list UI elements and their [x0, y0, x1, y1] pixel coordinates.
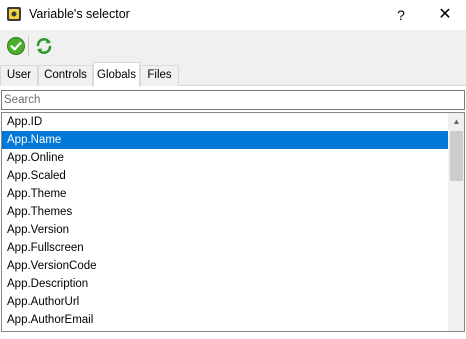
list-item[interactable]: App.Scaled	[2, 167, 448, 185]
refresh-icon[interactable]	[34, 36, 54, 56]
title-bar: Variable's selector ? ✕	[0, 0, 466, 30]
list-item[interactable]: App.Name	[2, 131, 448, 149]
list-item[interactable]: App.Online	[2, 149, 448, 167]
scrollbar[interactable]: ▲	[448, 113, 464, 331]
tab-controls[interactable]: Controls	[38, 65, 93, 86]
toolbar-separator	[28, 36, 29, 56]
list-item[interactable]: App.AuthorUrl	[2, 293, 448, 311]
scroll-up-icon[interactable]: ▲	[448, 113, 464, 130]
search-input[interactable]	[1, 90, 465, 110]
check-icon[interactable]	[6, 36, 26, 56]
tab-globals[interactable]: Globals	[93, 62, 140, 87]
tab-user[interactable]: User	[0, 65, 38, 86]
list-item[interactable]: App.Themes	[2, 203, 448, 221]
globals-panel: App.IDApp.NameApp.OnlineApp.ScaledApp.Th…	[0, 86, 466, 339]
tab-strip: User Controls Globals Files	[0, 62, 466, 87]
tab-files[interactable]: Files	[140, 65, 179, 86]
list-item[interactable]: App.Theme	[2, 185, 448, 203]
list-item[interactable]: App.Fullscreen	[2, 239, 448, 257]
variable-list-rows: App.ID App.Name App.Online App.Scaled App.Th…	[2, 113, 448, 329]
help-button[interactable]: ?	[384, 0, 418, 30]
scrollbar-thumb[interactable]	[450, 131, 463, 181]
list-item[interactable]: App.ID	[2, 113, 448, 131]
variable-list: App.ID App.Name App.Online App.Scaled App.Th…	[1, 112, 465, 332]
list-item[interactable]: App.Description	[2, 275, 448, 293]
toolbar	[0, 30, 466, 62]
close-button[interactable]: ✕	[428, 0, 462, 30]
list-item[interactable]: App.AuthorEmail	[2, 311, 448, 329]
app-icon	[7, 7, 21, 21]
list-item[interactable]: App.Version	[2, 221, 448, 239]
window-title: Variable's selector	[29, 7, 130, 21]
list-item[interactable]: App.VersionCode	[2, 257, 448, 275]
